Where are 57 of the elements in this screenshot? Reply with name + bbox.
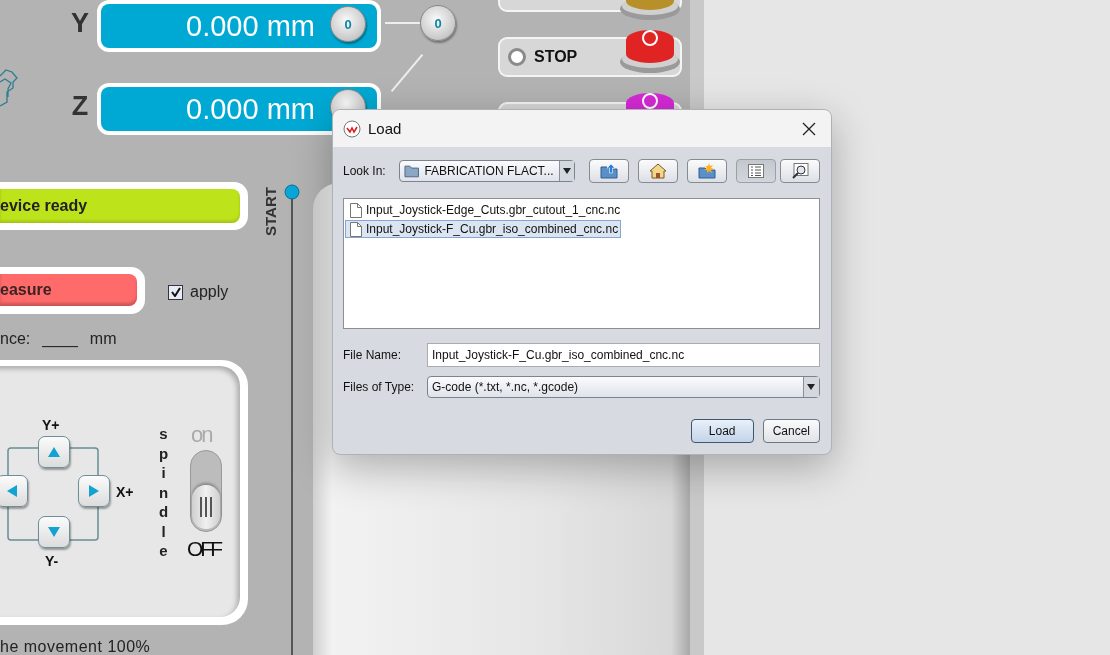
connector-line: [385, 22, 421, 24]
file-icon: [350, 202, 362, 218]
toolbar-button[interactable]: [687, 159, 727, 183]
list-icon: [748, 164, 764, 178]
caret-icon: [558, 161, 574, 181]
new-folder-icon: [698, 163, 716, 179]
folder-icon: [404, 164, 420, 178]
jog-label: Y-: [45, 553, 59, 569]
file-icon: [350, 221, 362, 237]
folder-up-icon: [600, 163, 618, 179]
speed-text: he movement 100%: [0, 638, 151, 655]
left-arrow-button[interactable]: [0, 475, 28, 507]
axis-label: Y: [70, 8, 90, 39]
toolbar-button[interactable]: [589, 159, 629, 183]
spindle-toggle[interactable]: [190, 450, 222, 532]
radio-dot-icon: [508, 48, 526, 66]
triangle-down-icon: [47, 526, 61, 538]
position-value: 0.000 mm: [186, 92, 315, 126]
look-in-label: Look In:: [343, 164, 387, 178]
jog-label: Y+: [42, 417, 60, 433]
file-type-label: Files of Type:: [343, 380, 416, 394]
dialog-title: Load: [368, 120, 403, 137]
magnifier-icon: [791, 163, 809, 179]
axis-label: Z: [70, 91, 90, 122]
right-arrow-button[interactable]: [78, 475, 110, 507]
file-name-label: File Name:: [343, 348, 402, 362]
toolbar-button[interactable]: [736, 159, 776, 183]
triangle-up-icon: [47, 446, 61, 458]
up-arrow-button[interactable]: [38, 436, 70, 468]
position-value: 0.000 mm: [186, 9, 315, 43]
file-name-field[interactable]: Input_Joystick-F_Cu.gbr_iso_combined_cnc.nc: [427, 343, 820, 367]
cancel-button[interactable]: Cancel: [762, 419, 820, 443]
checkbox-label: apply: [190, 283, 229, 301]
file-item[interactable]: Input_Joystick-F_Cu.gbr_iso_combined_cnc.nc: [345, 220, 622, 238]
home-icon: [649, 163, 667, 179]
jog-label: X+: [116, 484, 134, 500]
on-label: on: [191, 422, 212, 448]
app-icon: [343, 119, 361, 138]
distance-label: nce:: [0, 330, 31, 348]
close-icon: [802, 121, 816, 136]
triangle-left-icon: [6, 484, 18, 498]
off-label: OFF: [187, 537, 220, 561]
load-button[interactable]: Load: [690, 419, 754, 443]
toolbar-button[interactable]: [638, 159, 678, 183]
distance-value: ____: [42, 330, 78, 348]
caret-icon: [803, 377, 819, 397]
measure-button[interactable]: easure: [0, 274, 137, 306]
spindle-label: spindle: [158, 424, 169, 561]
look-in-dropdown[interactable]: FABRICATION FLACT...: [399, 160, 575, 182]
file-type-dropdown[interactable]: G-code (*.txt, *.nc, *.gcode): [427, 376, 820, 398]
file-item[interactable]: Input_Joystick-Edge_Cuts.gbr_cutout_1_cnc.nc: [345, 201, 624, 219]
down-arrow-button[interactable]: [38, 516, 70, 548]
unit-label: mm: [89, 330, 117, 348]
toolbar-button[interactable]: [780, 159, 820, 183]
status-bar: evice ready: [0, 189, 240, 223]
triangle-right-icon: [88, 484, 100, 498]
start-label: START: [261, 187, 279, 236]
